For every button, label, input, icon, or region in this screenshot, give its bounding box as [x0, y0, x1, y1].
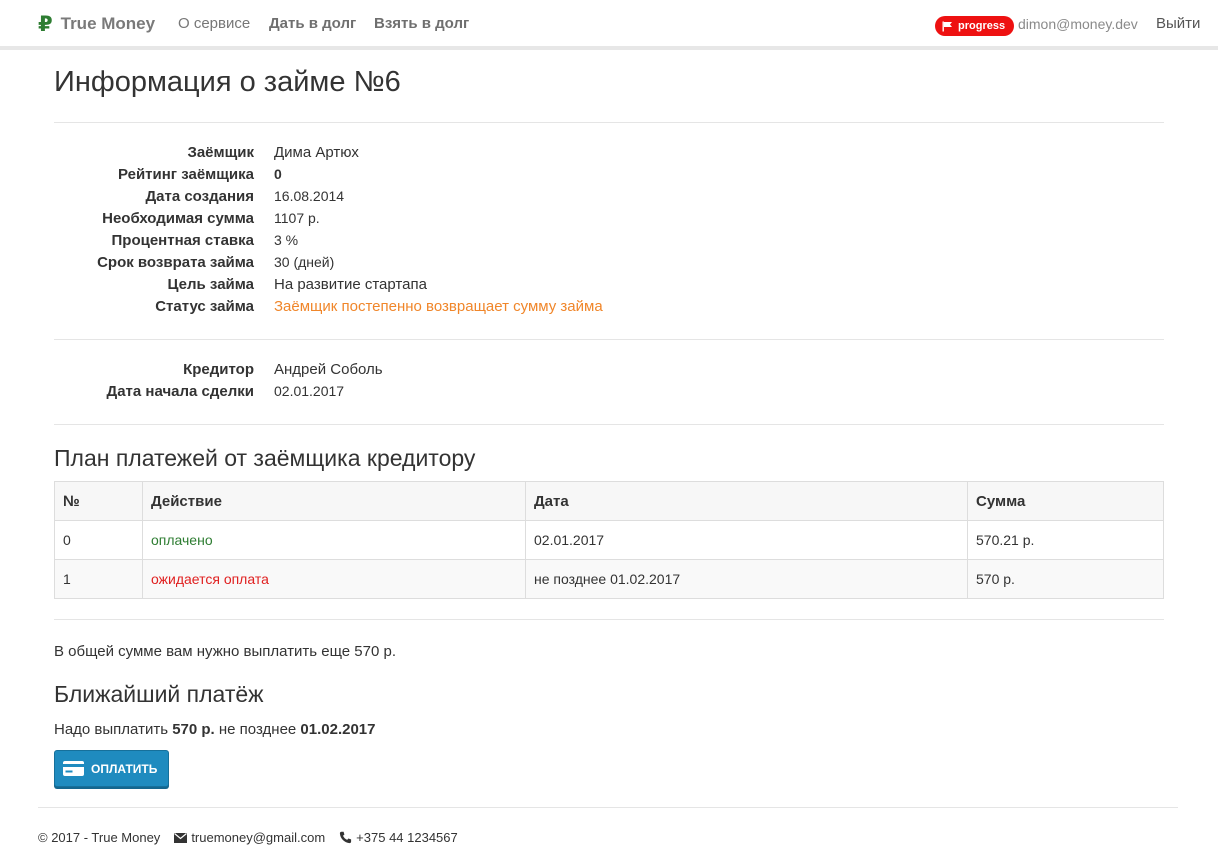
ruble-icon: ₽	[38, 12, 53, 36]
loan-details: Заёмщик Дима Артюх Рейтинг заёмщика 0 Да…	[54, 144, 1164, 320]
table-header-row: № Действие Дата Сумма	[54, 481, 1164, 521]
table-row: 1 ожидается оплата не позднее 01.02.2017…	[54, 559, 1164, 599]
next-payment-amount: 570 р.	[172, 721, 215, 738]
top-navbar: ₽ True Money О сервисе Дать в долг Взять…	[0, 0, 1218, 50]
progress-badge[interactable]: progress	[935, 16, 1015, 36]
footer-divider	[38, 807, 1178, 808]
footer-email-item: truemoney@gmail.com	[174, 830, 325, 845]
column-header-action: Действие	[142, 481, 526, 521]
deal-start-value: 02.01.2017	[274, 383, 345, 399]
table-row: 0 оплачено 02.01.2017 570.21 р.	[54, 520, 1164, 560]
created-value: 16.08.2014	[274, 188, 345, 204]
column-header-date: Дата	[525, 481, 968, 521]
next-payment-middle: не позднее	[218, 721, 297, 738]
brand-name: True Money	[60, 14, 156, 33]
amount-label: Необходимая сумма	[102, 210, 254, 227]
pay-button-label: ОПЛАТИТЬ	[91, 761, 158, 776]
borrower-label: Заёмщик	[187, 144, 254, 161]
footer-phone-item: +375 44 1234567	[339, 830, 458, 845]
next-payment-date: 01.02.2017	[300, 721, 376, 738]
rate-label: Процентная ставка	[111, 232, 255, 249]
credit-card-icon	[63, 761, 84, 776]
divider	[54, 424, 1164, 425]
column-header-sum: Сумма	[967, 481, 1164, 521]
payment-plan-heading: План платежей от заёмщика кредитору	[54, 445, 476, 471]
progress-badge-label: progress	[958, 20, 1006, 32]
footer-phone[interactable]: +375 44 1234567	[356, 830, 458, 845]
next-payment-prefix: Надо выплатить	[54, 721, 169, 738]
deal-details: Кредитор Андрей Соболь Дата начала сделк…	[54, 361, 1164, 405]
nav-about-link[interactable]: О сервисе	[178, 15, 250, 32]
purpose-value: На развитие стартапа	[274, 276, 427, 293]
footer-email[interactable]: truemoney@gmail.com	[191, 830, 325, 845]
footer-copyright: © 2017 - True Money	[38, 830, 161, 845]
borrower-value: Дима Артюх	[274, 144, 359, 161]
creditor-label: Кредитор	[183, 361, 254, 378]
rate-value: 3 %	[274, 232, 299, 248]
row-date: 02.01.2017	[525, 520, 968, 560]
row-num: 1	[54, 559, 143, 599]
page-title: Информация о займе №6	[54, 66, 401, 98]
divider	[54, 619, 1164, 620]
phone-icon	[340, 831, 352, 844]
divider	[54, 122, 1164, 123]
pay-button[interactable]: ОПЛАТИТЬ	[54, 750, 169, 787]
row-num: 0	[54, 520, 143, 560]
row-sum: 570.21 р.	[967, 520, 1164, 560]
nav-lend-link[interactable]: Дать в долг	[269, 15, 356, 32]
column-header-num: №	[54, 481, 143, 521]
row-action: ожидается оплата	[142, 559, 526, 599]
brand-link[interactable]: ₽ True Money	[38, 12, 155, 36]
term-label: Срок возврата займа	[97, 254, 254, 271]
flag-icon	[942, 21, 952, 31]
row-date: не позднее 01.02.2017	[525, 559, 968, 599]
rating-label: Рейтинг заёмщика	[117, 166, 254, 183]
amount-value: 1107 р.	[274, 210, 320, 226]
next-payment-text: Надо выплатить 570 р. не позднее 01.02.2…	[54, 721, 376, 738]
deal-start-label: Дата начала сделки	[106, 383, 254, 400]
status-value: Заёмщик постепенно возвращает сумму займ…	[274, 298, 603, 315]
row-action: оплачено	[142, 520, 526, 560]
row-sum: 570 р.	[967, 559, 1164, 599]
purpose-label: Цель займа	[167, 276, 254, 293]
user-email[interactable]: dimon@money.dev	[1018, 16, 1138, 32]
footer: © 2017 - True Money truemoney@gmail.com …	[38, 830, 472, 845]
total-remaining-text: В общей сумме вам нужно выплатить еще 57…	[54, 643, 397, 660]
payment-plan-table: № Действие Дата Сумма 0 оплачено 02.01.2…	[54, 481, 1164, 599]
created-label: Дата создания	[145, 188, 254, 205]
nav-borrow-link[interactable]: Взять в долг	[374, 15, 469, 32]
envelope-icon	[174, 832, 188, 843]
creditor-value: Андрей Соболь	[274, 361, 383, 378]
logout-link[interactable]: Выйти	[1156, 15, 1200, 32]
status-label: Статус займа	[155, 298, 254, 315]
term-value: 30 (дней)	[274, 254, 335, 270]
next-payment-heading: Ближайший платёж	[54, 681, 264, 707]
divider	[54, 339, 1164, 340]
rating-value: 0	[274, 166, 282, 182]
